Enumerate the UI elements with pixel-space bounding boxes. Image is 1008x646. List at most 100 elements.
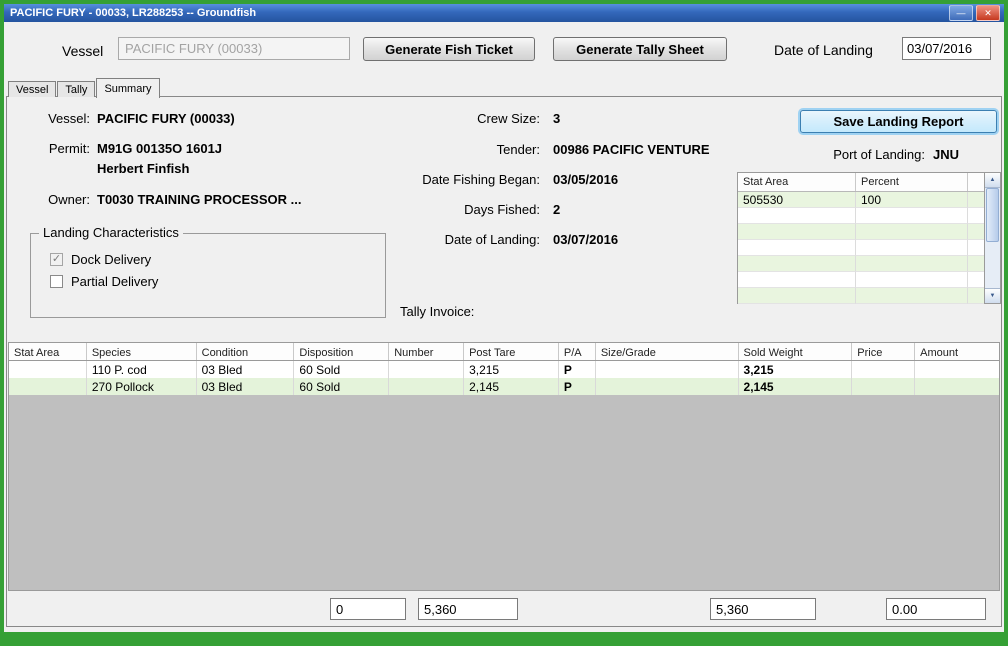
app-window: PACIFIC FURY - 00033, LR288253 -- Ground… — [0, 0, 1008, 646]
cell-post-tare[interactable]: 2,145 — [464, 378, 559, 395]
col-header-size-grade: Size/Grade — [596, 343, 739, 360]
scroll-down-button[interactable]: ▼ — [985, 288, 1000, 303]
stat-area-scrollbar[interactable]: ▲ ▼ — [985, 172, 1001, 304]
tender-label: Tender: — [294, 142, 540, 157]
dock-delivery-checkbox[interactable]: ✓ — [50, 253, 63, 266]
cell-pa[interactable]: P — [559, 361, 596, 378]
date-fishing-began-value: 03/05/2016 — [553, 172, 618, 187]
scroll-down-icon: ▼ — [990, 293, 996, 299]
stat-area-cell[interactable]: 505530 — [738, 192, 856, 208]
vessel-label: Vessel: — [20, 111, 90, 126]
cell-number[interactable] — [389, 378, 464, 395]
stat-area-row-empty[interactable] — [738, 256, 984, 272]
col-header-number: Number — [389, 343, 464, 360]
window-content: PACIFIC FURY - 00033, LR288253 -- Ground… — [4, 4, 1004, 632]
cell-price[interactable] — [852, 361, 915, 378]
col-header-stat-area: Stat Area — [9, 343, 87, 360]
cell-price[interactable] — [852, 378, 915, 395]
generate-fish-ticket-button[interactable]: Generate Fish Ticket — [363, 37, 535, 61]
sold-weight-total-box: 5,360 — [710, 598, 816, 620]
cell-sold-weight[interactable]: 3,215 — [739, 361, 853, 378]
stat-area-table-header: Stat Area Percent — [738, 173, 984, 192]
col-header-pa: P/A — [559, 343, 596, 360]
save-landing-report-button[interactable]: Save Landing Report — [800, 110, 997, 133]
col-header-price: Price — [852, 343, 915, 360]
cell-stat-area[interactable] — [9, 361, 87, 378]
col-header-condition: Condition — [197, 343, 295, 360]
col-header-disposition: Disposition — [294, 343, 389, 360]
invoice-row[interactable]: 110 P. cod 03 Bled 60 Sold 3,215 P 3,215 — [8, 361, 1000, 378]
owner-label: Owner: — [20, 192, 90, 207]
col-header-species: Species — [87, 343, 197, 360]
stat-area-row-empty[interactable] — [738, 240, 984, 256]
stat-area-column-header: Stat Area — [738, 173, 856, 191]
days-fished-label: Days Fished: — [294, 202, 540, 217]
col-header-amount: Amount — [915, 343, 999, 360]
cell-species[interactable]: 110 P. cod — [87, 361, 197, 378]
stat-area-row-empty[interactable] — [738, 224, 984, 240]
minimize-icon: — — [957, 9, 966, 18]
spare-column-header — [968, 173, 984, 191]
window-title: PACIFIC FURY - 00033, LR288253 -- Ground… — [10, 7, 946, 19]
stat-area-row-empty[interactable] — [738, 272, 984, 288]
date-of-landing-toolbar-value[interactable]: 03/07/2016 — [902, 37, 991, 60]
tab-summary[interactable]: Summary — [96, 78, 159, 98]
col-header-post-tare: Post Tare — [464, 343, 559, 360]
cell-number[interactable] — [389, 361, 464, 378]
cell-species[interactable]: 270 Pollock — [87, 378, 197, 395]
date-fishing-began-label: Date Fishing Began: — [294, 172, 540, 187]
cell-post-tare[interactable]: 3,215 — [464, 361, 559, 378]
cell-disposition[interactable]: 60 Sold — [294, 378, 389, 395]
date-of-landing-value: 03/07/2016 — [553, 232, 618, 247]
cell-condition[interactable]: 03 Bled — [197, 378, 295, 395]
invoice-grid-header: Stat Area Species Condition Disposition … — [8, 342, 1000, 361]
close-button[interactable]: ✕ — [976, 5, 1000, 21]
port-of-landing-label: Port of Landing: — [704, 147, 925, 162]
tab-vessel[interactable]: Vessel — [8, 81, 56, 97]
days-fished-value: 2 — [553, 202, 560, 217]
stat-area-table: Stat Area Percent 505530 100 — [737, 172, 985, 304]
scroll-up-icon: ▲ — [990, 177, 996, 183]
percent-column-header: Percent — [856, 173, 968, 191]
partial-delivery-label: Partial Delivery — [71, 274, 158, 289]
stat-area-row-empty[interactable] — [738, 288, 984, 304]
tender-value: 00986 PACIFIC VENTURE — [553, 142, 710, 157]
permit-value: M91G 00135O 1601J — [97, 141, 222, 156]
cell-disposition[interactable]: 60 Sold — [294, 361, 389, 378]
scroll-up-button[interactable]: ▲ — [985, 173, 1000, 188]
cell-amount[interactable] — [915, 378, 999, 395]
close-icon: ✕ — [984, 9, 992, 18]
permit-label: Permit: — [20, 141, 90, 156]
generate-tally-sheet-button[interactable]: Generate Tally Sheet — [553, 37, 727, 61]
owner-value: T0030 TRAINING PROCESSOR ... — [97, 192, 301, 207]
tab-strip: Vessel Tally Summary — [8, 77, 161, 97]
cell-pa[interactable]: P — [559, 378, 596, 395]
percent-cell[interactable]: 100 — [856, 192, 968, 208]
cell-size-grade[interactable] — [596, 378, 739, 395]
stat-area-row[interactable]: 505530 100 — [738, 192, 984, 208]
cell-sold-weight[interactable]: 2,145 — [739, 378, 853, 395]
tab-tally[interactable]: Tally — [57, 81, 95, 97]
cell-stat-area[interactable] — [9, 378, 87, 395]
cell-amount[interactable] — [915, 361, 999, 378]
crew-size-label: Crew Size: — [294, 111, 540, 126]
port-of-landing-value: JNU — [933, 147, 959, 162]
minimize-button[interactable]: — — [949, 5, 973, 21]
partial-delivery-checkbox[interactable] — [50, 275, 63, 288]
landing-characteristics-title: Landing Characteristics — [39, 225, 183, 240]
scrollbar-thumb[interactable] — [986, 188, 999, 242]
stat-area-row-empty[interactable] — [738, 208, 984, 224]
vessel-toolbar-label: Vessel — [62, 43, 103, 59]
cell-size-grade[interactable] — [596, 361, 739, 378]
date-of-landing-toolbar-label: Date of Landing — [774, 42, 873, 58]
col-header-sold-weight: Sold Weight — [739, 343, 853, 360]
cell-condition[interactable]: 03 Bled — [197, 361, 295, 378]
check-icon: ✓ — [52, 254, 61, 265]
invoice-row[interactable]: 270 Pollock 03 Bled 60 Sold 2,145 P 2,14… — [8, 378, 1000, 395]
permit-holder: Herbert Finfish — [97, 161, 189, 176]
vessel-input[interactable] — [118, 37, 350, 60]
tally-invoice-label: Tally Invoice: — [400, 304, 474, 319]
dock-delivery-label: Dock Delivery — [71, 252, 151, 267]
spare-cell — [968, 192, 984, 208]
crew-size-value: 3 — [553, 111, 560, 126]
